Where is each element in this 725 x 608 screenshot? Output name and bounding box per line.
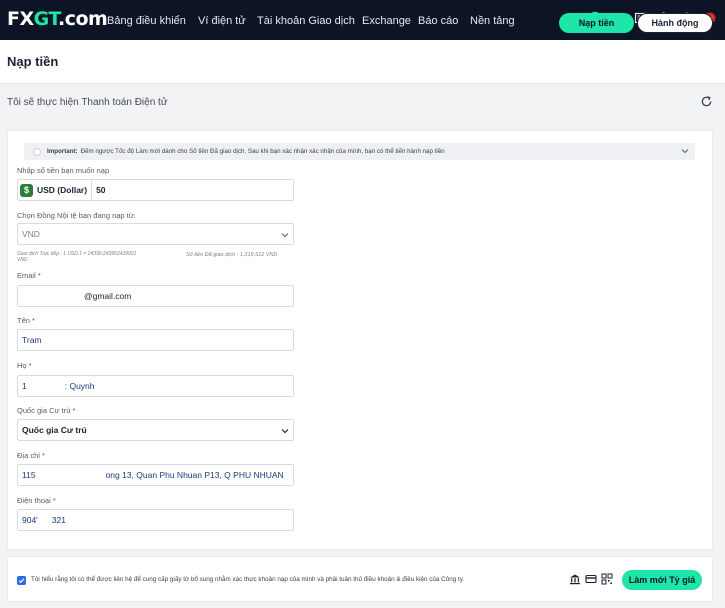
phone-field[interactable]: 904' 321 xyxy=(17,509,294,531)
refresh-icon[interactable] xyxy=(700,95,713,108)
email-field[interactable]: @gmail.com xyxy=(17,285,294,307)
fxgt-logo[interactable]: FXGT.com xyxy=(7,8,108,30)
email-label: Email * xyxy=(17,271,41,280)
local-currency-select[interactable]: VND xyxy=(17,223,294,245)
first-name-field[interactable]: Tram xyxy=(17,329,294,351)
first-name-label: Tên * xyxy=(17,316,35,325)
deposit-button[interactable]: Nạp tiền xyxy=(559,13,634,33)
action-button[interactable]: Hành động xyxy=(637,13,713,33)
traded-amount: Số tiền Đã giao dịch : 1,219,512 VND xyxy=(186,252,278,258)
amount-label: Nhập số tiền bạn muốn nạp xyxy=(17,166,110,175)
nav-ewallet[interactable]: Ví điện tử xyxy=(198,15,246,27)
nav-trading-accounts[interactable]: Tài khoản Giao dịch xyxy=(257,15,355,27)
chevron-down-icon xyxy=(281,429,289,434)
card-icon[interactable] xyxy=(585,573,597,585)
consent-checkbox[interactable] xyxy=(17,576,26,585)
page-header: Nạp tiền xyxy=(0,40,725,84)
chevron-down-icon xyxy=(281,233,289,238)
bank-icon[interactable] xyxy=(569,573,581,585)
nav-reports[interactable]: Báo cáo xyxy=(418,15,458,27)
last-name-field[interactable]: 1 : Quynh xyxy=(17,375,294,397)
info-dot-icon xyxy=(33,147,41,156)
consent-text: Tôi hiểu rằng tôi có thể được liên hệ để… xyxy=(31,576,465,583)
address-label: Địa chỉ * xyxy=(17,451,45,460)
nav-dashboard[interactable]: Bảng điều khiển xyxy=(107,15,186,27)
address-field[interactable]: 115 ong 13, Quan Phu Nhuan P13, Q PHU NH… xyxy=(17,464,294,486)
dollar-icon: $ xyxy=(20,183,33,197)
qr-code-icon[interactable] xyxy=(601,573,613,585)
payment-method-title: Tôi sẽ thực hiện Thanh toán Điện tử xyxy=(7,97,168,108)
exchange-rate-note: Giao dịch Trực tiếp : 1 USD 1 = 24390.24… xyxy=(17,251,137,263)
important-notice[interactable]: Important: Đếm ngược Tốc độ Làm mới dành… xyxy=(24,143,695,160)
chevron-down-icon[interactable] xyxy=(681,147,689,155)
last-name-label: Họ * xyxy=(17,361,32,370)
currency-selector[interactable]: $ USD (Dollar) xyxy=(20,180,93,200)
refresh-rate-button[interactable]: Làm mới Tỷ giá xyxy=(622,570,702,590)
local-currency-label: Chọn Đồng Nội tệ bạn đang nạp từ: xyxy=(17,211,136,220)
nav-exchange[interactable]: Exchange xyxy=(362,15,411,27)
country-select[interactable]: Quốc gia Cư trú xyxy=(17,419,294,441)
phone-label: Điện thoại * xyxy=(17,496,56,505)
country-label: Quốc gia Cư trú * xyxy=(17,406,76,415)
nav-platforms[interactable]: Nền tảng xyxy=(470,15,515,27)
amount-input[interactable]: $ USD (Dollar) 50 xyxy=(17,179,294,201)
page-title: Nạp tiền xyxy=(7,54,59,69)
